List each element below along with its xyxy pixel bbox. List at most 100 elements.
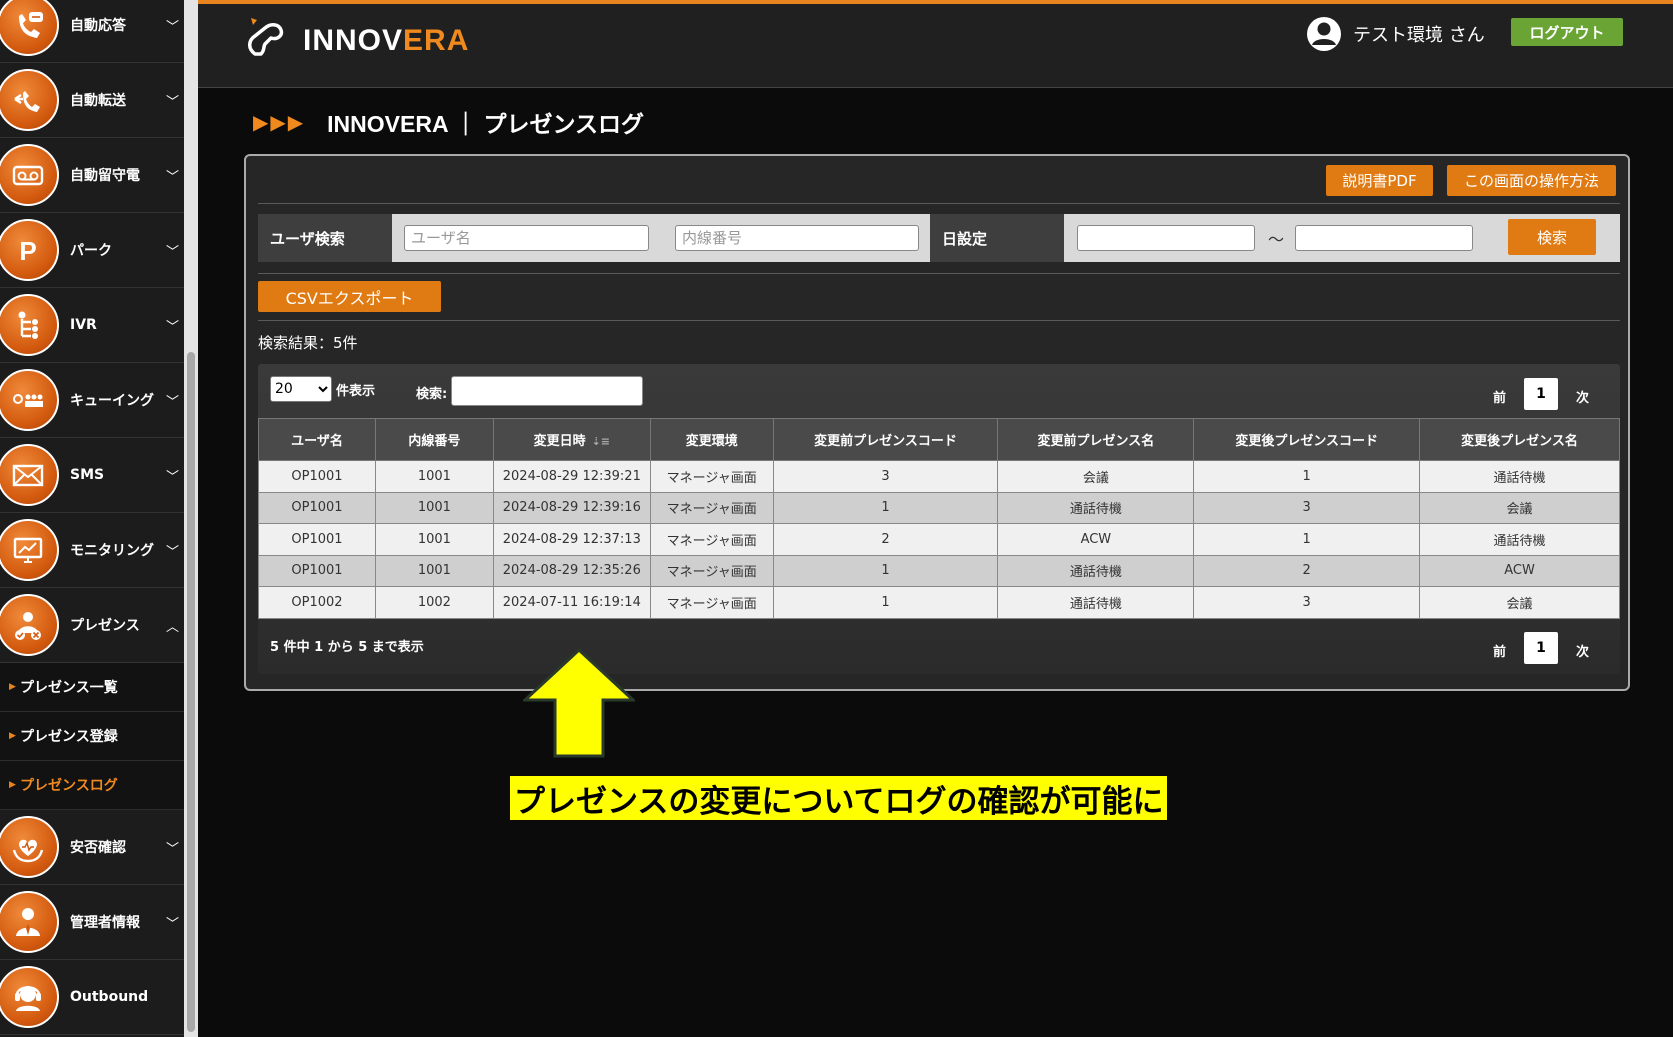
page-size-select[interactable]: 20 — [270, 376, 332, 402]
table-cell: 1001 — [374, 491, 494, 524]
col-before-name[interactable]: 変更前プレゼンス名 — [997, 418, 1195, 461]
sidebar-item-ivr-tree[interactable]: IVR ﹀ — [0, 288, 184, 363]
col-changed-at[interactable]: 変更日時 ⇣≡ — [492, 418, 651, 461]
chevron-up-icon: ︿ — [166, 619, 180, 635]
sort-icon: ⇣≡ — [591, 435, 611, 448]
table-cell: OP1001 — [258, 460, 376, 493]
logout-button[interactable]: ログアウト — [1511, 18, 1623, 46]
sidebar-item-label: キューイング — [70, 393, 154, 409]
heart-hands-icon-badge — [0, 816, 59, 878]
table-cell: 1 — [1193, 460, 1421, 493]
monitor-icon-badge — [0, 519, 59, 581]
prev-page-link-bottom[interactable]: 前 — [1493, 641, 1506, 660]
ivr-tree-icon — [18, 311, 38, 339]
title-arrows: ▶▶▶ — [253, 110, 306, 134]
park-icon: P — [19, 236, 36, 266]
annotation-callout: プレゼンスの変更についてログの確認が可能に — [510, 776, 1168, 820]
table-cell: マネージャ画面 — [649, 523, 774, 556]
table-cell: 3 — [1193, 586, 1421, 619]
table-cell: 2024-08-29 12:37:13 — [492, 523, 651, 556]
current-page-button-bottom[interactable]: 1 — [1524, 632, 1558, 664]
sidebar-item-label: 自動転送 — [70, 93, 126, 109]
col-before-code[interactable]: 変更前プレゼンスコード — [772, 418, 999, 461]
manual-pdf-button[interactable]: 説明書PDF — [1326, 165, 1433, 196]
table-row[interactable]: OP1001 1001 2024-08-29 12:39:21 マネージャ画面 3 会議 1… — [258, 460, 1620, 493]
sidebar-item-admin-user[interactable]: 管理者情報 ﹀ — [0, 885, 184, 960]
main-panel: 説明書PDF この画面の操作方法 ユーザ検索 日設定 ～ 検索 CSVエクスポー… — [244, 154, 1630, 691]
col-extension[interactable]: 内線番号 — [374, 418, 494, 461]
sidebar-item-headset[interactable]: Outbound — [0, 960, 184, 1035]
headset-icon — [15, 986, 41, 1011]
table-cell: 通話待機 — [997, 491, 1195, 524]
sidebar-item-phone-chat[interactable]: 自動応答 ﹀ — [0, 0, 184, 63]
col-environment[interactable]: 変更環境 — [649, 418, 774, 461]
table-cell: 1 — [772, 586, 999, 619]
table-row[interactable]: OP1001 1001 2024-08-29 12:35:26 マネージャ画面 1 通話待… — [258, 554, 1620, 587]
date-setting-label: 日設定 — [930, 214, 1064, 262]
table-cell: マネージャ画面 — [649, 491, 774, 524]
table-row[interactable]: OP1001 1001 2024-08-29 12:37:13 マネージャ画面 2 ACW… — [258, 523, 1620, 556]
next-page-link-bottom[interactable]: 次 — [1576, 641, 1589, 660]
table-filter-input[interactable] — [451, 376, 643, 406]
table-cell: マネージャ画面 — [649, 460, 774, 493]
sidebar-item-park[interactable]: P パーク ﹀ — [0, 213, 184, 288]
col-after-code[interactable]: 変更後プレゼンスコード — [1193, 418, 1421, 461]
table-row[interactable]: OP1001 1001 2024-08-29 12:39:16 マネージャ画面 1 通話待… — [258, 491, 1620, 524]
user-search-label: ユーザ検索 — [258, 214, 392, 262]
how-to-button[interactable]: この画面の操作方法 — [1447, 165, 1616, 196]
chevron-down-icon: ﹀ — [166, 319, 180, 335]
sidebar-subitem-presence-log[interactable]: ▶ プレゼンスログ — [0, 761, 184, 810]
sidebar-scroll-thumb[interactable] — [187, 352, 195, 1032]
chevron-down-icon: ﹀ — [166, 19, 180, 35]
sidebar-item-queue[interactable]: キューイング ﹀ — [0, 363, 184, 438]
admin-user-icon-badge — [0, 891, 59, 953]
table-cell: マネージャ画面 — [649, 554, 774, 587]
csv-export-button[interactable]: CSVエクスポート — [258, 281, 441, 312]
sidebar-item-label: プレゼンス — [70, 618, 140, 634]
caret-right-icon: ▶ — [9, 731, 16, 741]
admin-user-icon — [16, 908, 40, 936]
table-cell: 通話待機 — [1419, 460, 1620, 493]
sidebar-subitem-presence-list[interactable]: ▶ プレゼンス一覧 — [0, 663, 184, 712]
sidebar-item-label: パーク — [70, 243, 112, 259]
table-cell: OP1001 — [258, 523, 376, 556]
presence-log-table: ユーザ名 内線番号 変更日時 ⇣≡ 変更環境 変更前プレゼンスコード 変更前プレゼ… — [258, 418, 1620, 619]
date-from-input[interactable] — [1077, 225, 1255, 251]
table-cell: 1001 — [374, 460, 494, 493]
sidebar-item-label: 自動留守電 — [70, 168, 140, 184]
date-to-input[interactable] — [1295, 225, 1473, 251]
search-button[interactable]: 検索 — [1508, 219, 1596, 255]
chevron-down-icon: ﹀ — [166, 544, 180, 560]
table-body: OP1001 1001 2024-08-29 12:39:21 マネージャ画面 3 会議 1… — [258, 460, 1620, 619]
sidebar: 自動応答 ﹀ 自動転送 ﹀ 自動留守電 ﹀ P パーク ﹀ IVR ﹀ キューイング ﹀ SMS ﹀ モニタリ… — [0, 0, 184, 1037]
sidebar-item-heart-hands[interactable]: 安否確認 ﹀ — [0, 810, 184, 885]
table-cell: OP1001 — [258, 491, 376, 524]
phone-chat-icon-badge — [0, 0, 59, 56]
chevron-down-icon: ﹀ — [166, 916, 180, 932]
table-cell: 1001 — [374, 523, 494, 556]
sidebar-item-mail[interactable]: SMS ﹀ — [0, 438, 184, 513]
table-cell: 2 — [1193, 554, 1421, 587]
headset-icon-badge — [0, 966, 59, 1028]
table-cell: 3 — [772, 460, 999, 493]
extension-input[interactable] — [675, 225, 919, 251]
table-row[interactable]: OP1002 1002 2024-07-11 16:19:14 マネージャ画面 1 通話待… — [258, 586, 1620, 619]
user-name-input[interactable] — [404, 225, 649, 251]
header: INNOVERA テスト環境 さん ログアウト — [198, 4, 1673, 88]
sidebar-item-voicemail[interactable]: 自動留守電 ﹀ — [0, 138, 184, 213]
voicemail-icon-badge — [0, 144, 59, 206]
sidebar-subitem-presence-register[interactable]: ▶ プレゼンス登録 — [0, 712, 184, 761]
ivr-tree-icon-badge — [0, 294, 59, 356]
monitor-icon — [13, 537, 43, 563]
sidebar-item-presence-user[interactable]: プレゼンス ︿ — [0, 588, 184, 663]
sidebar-item-label: Outbound — [70, 989, 149, 1005]
current-page-button[interactable]: 1 — [1524, 378, 1558, 410]
sidebar-item-label: SMS — [70, 467, 105, 483]
sidebar-item-monitor[interactable]: モニタリング ﹀ — [0, 513, 184, 588]
chevron-down-icon: ﹀ — [166, 469, 180, 485]
col-user-name[interactable]: ユーザ名 — [258, 418, 376, 461]
sidebar-item-phone-transfer[interactable]: 自動転送 ﹀ — [0, 63, 184, 138]
prev-page-link[interactable]: 前 — [1493, 387, 1506, 406]
next-page-link[interactable]: 次 — [1576, 387, 1589, 406]
col-after-name[interactable]: 変更後プレゼンス名 — [1419, 418, 1620, 461]
